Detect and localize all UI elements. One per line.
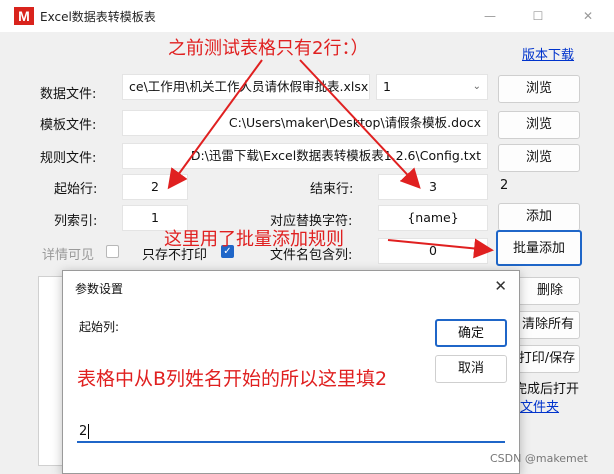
arrow-to-end-row: [299, 59, 421, 189]
main-window: M Excel数据表转模板表 — ☐ ✕ 之前测试表格只有2行：） 版本下载 数…: [0, 0, 614, 474]
annotation-arrows: [167, 59, 494, 259]
arrow-to-start-row: [167, 59, 263, 190]
arrow-to-batch-add: [387, 238, 494, 259]
